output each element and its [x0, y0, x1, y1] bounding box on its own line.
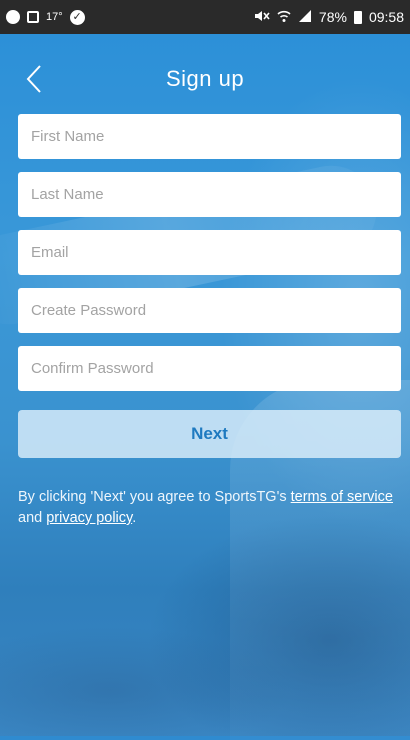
legal-text: By clicking 'Next' you agree to SportsTG…: [18, 487, 398, 529]
check-icon: ✓: [69, 9, 85, 25]
battery-icon: [353, 10, 362, 24]
signal-icon: [298, 9, 312, 26]
terms-of-service-link[interactable]: terms of service: [291, 489, 393, 505]
spotify-icon: [6, 10, 20, 24]
battery-percent: 78%: [318, 9, 347, 25]
signup-form: [18, 114, 401, 404]
wifi-icon: [277, 9, 291, 26]
status-right-icons: 78% 09:58: [254, 9, 404, 26]
mute-icon: [254, 9, 270, 26]
page-title: Sign up: [165, 66, 245, 91]
next-button[interactable]: Next: [18, 410, 401, 458]
weather-temperature: 17°: [46, 11, 63, 23]
gallery-icon: [27, 11, 39, 23]
privacy-policy-link[interactable]: privacy policy: [46, 510, 132, 526]
header: Sign up: [0, 50, 410, 110]
first-name-field[interactable]: [18, 114, 401, 159]
confirm-password-field[interactable]: [18, 346, 401, 391]
email-field[interactable]: [18, 230, 401, 275]
legal-suffix: .: [132, 510, 137, 526]
status-left-icons: 17° ✓: [6, 9, 85, 25]
create-password-field[interactable]: [18, 288, 401, 333]
clock: 09:58: [368, 9, 404, 25]
legal-middle: and: [18, 510, 47, 526]
status-bar: 17° ✓ 78% 09:58: [0, 0, 410, 34]
legal-prefix: By clicking 'Next' you agree to SportsTG…: [18, 489, 291, 505]
last-name-field[interactable]: [18, 172, 401, 217]
